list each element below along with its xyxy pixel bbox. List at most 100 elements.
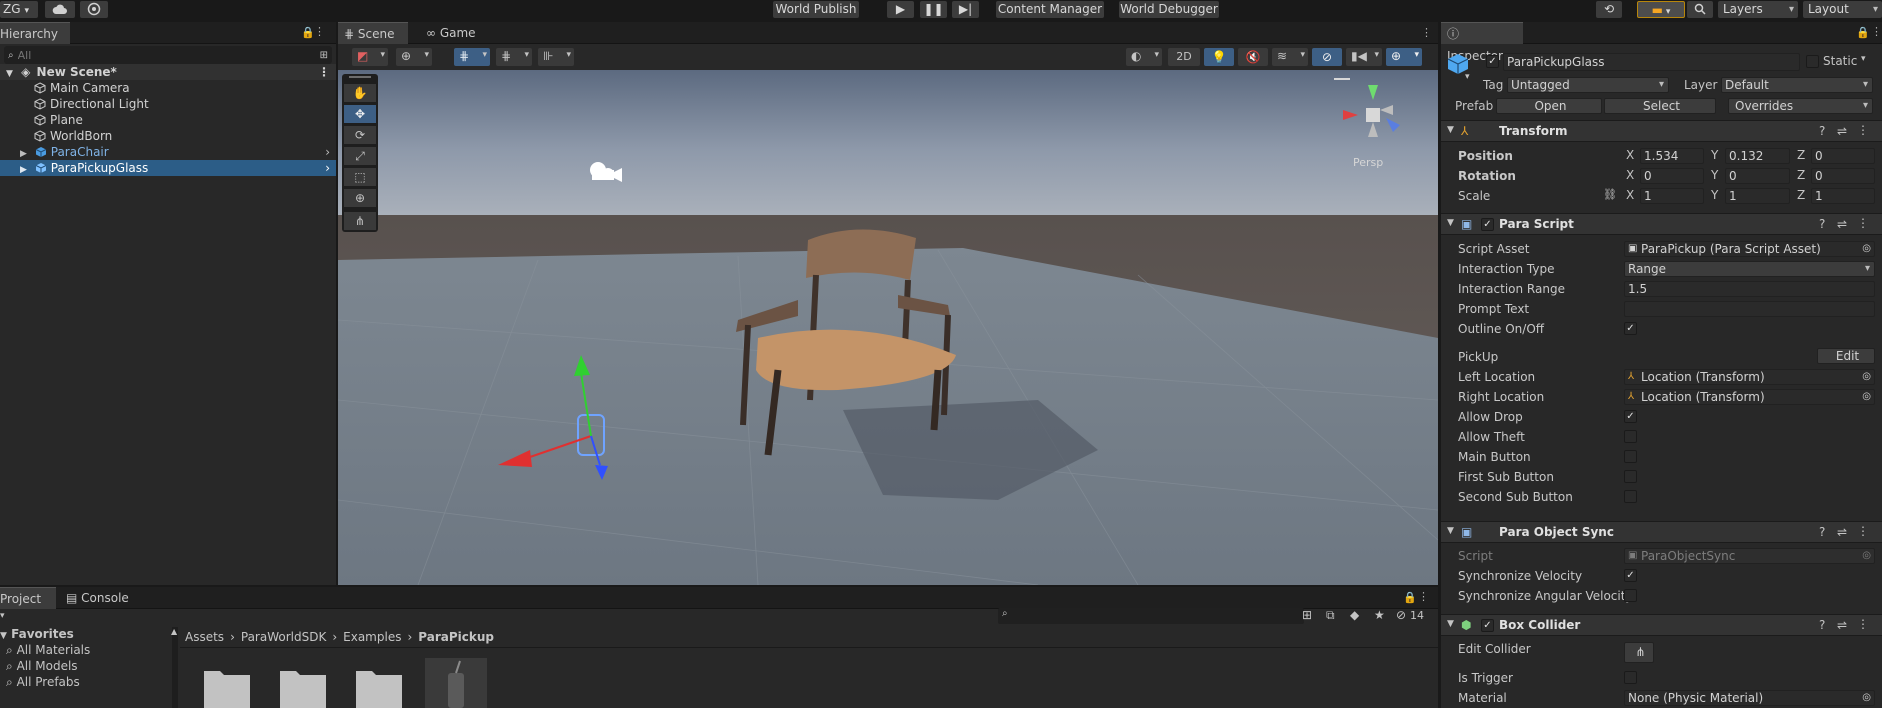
scene-viewport[interactable]: Persp ✋ ✥ ⟳ ⤢ ⬚ ⊕ ⋔ (338, 70, 1438, 585)
more-icon[interactable]: ⋮ (1418, 590, 1429, 603)
pause-button[interactable]: ❚❚ (920, 1, 947, 18)
project-search[interactable]: ⌕ (998, 608, 1304, 624)
scene-row[interactable]: ▼ ◈ New Scene* ⋮ (0, 64, 336, 80)
rotation-z-label[interactable]: Z (1797, 168, 1805, 182)
scale-x-field[interactable]: 1 (1640, 188, 1704, 204)
script-asset-field[interactable]: ▣ ParaPickup (Para Script Asset) ◎ (1624, 241, 1875, 257)
right-location-field[interactable]: ⅄ Location (Transform) ◎ (1624, 389, 1875, 405)
tab-game[interactable]: ∞ Game (420, 22, 490, 44)
more-icon[interactable]: ⋮ (1857, 216, 1869, 230)
breadcrumb-item[interactable]: ParaPickup (418, 630, 494, 644)
custom-tool-button[interactable]: ⋔ (344, 212, 376, 230)
chevron-right-icon[interactable]: › (325, 144, 330, 160)
filter-type-icon[interactable]: ⧉ (1326, 608, 1335, 623)
transform-header[interactable]: ▼ ⅄ Transform ? ⇌ ⋮ (1441, 120, 1882, 142)
interaction-type-dropdown[interactable]: Range (1624, 261, 1875, 277)
interaction-range-field[interactable]: 1.5 (1624, 281, 1875, 297)
position-z-label[interactable]: Z (1797, 148, 1805, 162)
layout-dropdown[interactable]: Layout (1803, 1, 1882, 18)
breadcrumb-item[interactable]: Examples (343, 630, 401, 644)
lock-icon[interactable]: 🔒 (301, 26, 315, 39)
second-sub-button-checkbox[interactable] (1624, 490, 1637, 503)
static-checkbox[interactable] (1806, 55, 1819, 68)
position-x-label[interactable]: X (1626, 148, 1634, 162)
help-icon[interactable]: ? (1819, 124, 1825, 138)
layer-dropdown[interactable]: Default (1721, 77, 1873, 93)
expand-arrow-icon[interactable]: ▶ (20, 149, 27, 159)
search-button[interactable] (1687, 1, 1713, 18)
prefab-open-button[interactable]: Open (1496, 98, 1602, 114)
hierarchy-item-directional-light[interactable]: Directional Light (0, 96, 336, 112)
content-manager-button[interactable]: Content Manager (996, 1, 1104, 18)
more-icon[interactable]: ⋮ (1857, 524, 1869, 538)
draw-mode-button[interactable]: ◩ ▾ (352, 48, 388, 66)
more-icon[interactable]: ⋮ (314, 25, 325, 38)
world-debugger-button[interactable]: World Debugger (1119, 1, 1219, 18)
breadcrumb-item[interactable]: ParaWorldSDK (241, 630, 326, 644)
hierarchy-item-worldborn[interactable]: WorldBorn (0, 128, 336, 144)
scale-tool-button[interactable]: ⤢ (344, 147, 376, 165)
label-icon[interactable]: ◆ (1350, 608, 1359, 622)
first-sub-button-checkbox[interactable] (1624, 470, 1637, 483)
perspective-label[interactable]: Persp (1353, 156, 1383, 169)
allow-drop-checkbox[interactable]: ✓ (1624, 410, 1637, 423)
audio-toggle-button[interactable]: 🔇 (1238, 48, 1268, 66)
position-y-field[interactable]: 0.132 (1725, 148, 1790, 164)
tab-console[interactable]: ▤ Console (60, 587, 140, 609)
para-script-enabled-checkbox[interactable]: ✓ (1481, 218, 1494, 231)
rotate-tool-button[interactable]: ⟳ (344, 126, 376, 144)
expand-arrow-icon[interactable]: ▼ (1447, 125, 1454, 135)
tab-project[interactable]: Project (0, 587, 56, 609)
more-icon[interactable]: ⋮ (1871, 25, 1882, 38)
allow-theft-checkbox[interactable] (1624, 430, 1637, 443)
expand-arrow-icon[interactable]: ▼ (1447, 526, 1454, 536)
preset-icon[interactable]: ⇌ (1837, 618, 1847, 632)
hidden-packages-icon[interactable]: ⊘ (1396, 608, 1406, 622)
object-name-field[interactable]: ParaPickupGlass (1503, 53, 1800, 71)
folder-icon[interactable] (202, 665, 252, 708)
favorite-item[interactable]: ⌕ All Models (6, 659, 78, 674)
prefab-select-button[interactable]: Select (1604, 98, 1716, 114)
filter-icon[interactable]: ⊞ (320, 50, 328, 61)
expand-arrow-icon[interactable]: ▶ (20, 165, 27, 175)
move-tool-button[interactable]: ✥ (344, 105, 376, 123)
notifications-button[interactable]: ▬ ▾ (1637, 1, 1685, 18)
favorites-scrollbar[interactable] (172, 627, 178, 708)
hierarchy-item-main-camera[interactable]: Main Camera (0, 80, 336, 96)
preset-icon[interactable]: ⇌ (1837, 525, 1847, 539)
rotation-z-field[interactable]: 0 (1811, 168, 1875, 184)
increment-snap-button[interactable]: ⊪ ▾ (538, 48, 574, 66)
prefab-overrides-dropdown[interactable]: Overrides (1728, 98, 1873, 114)
prefab-thumbnail[interactable] (425, 658, 487, 708)
rect-tool-button[interactable]: ⬚ (344, 168, 376, 186)
expand-arrow-icon[interactable]: ▼ (0, 631, 7, 641)
favorite-item[interactable]: ⌕ All Materials (6, 643, 90, 658)
main-button-checkbox[interactable] (1624, 450, 1637, 463)
grid-snap-button[interactable]: ⋕ ▾ (454, 48, 490, 66)
help-icon[interactable]: ? (1819, 525, 1825, 539)
scale-z-label[interactable]: Z (1797, 188, 1805, 202)
hierarchy-item-parachair[interactable]: ▶ ParaChair › (0, 144, 336, 160)
tag-dropdown[interactable]: Untagged (1507, 77, 1669, 93)
sync-velocity-checkbox[interactable]: ✓ (1624, 569, 1637, 582)
account-dropdown[interactable]: ZG ▾ (0, 1, 38, 18)
tab-hierarchy[interactable]: Hierarchy (0, 22, 70, 44)
pickup-edit-button[interactable]: Edit (1817, 348, 1875, 364)
object-picker-icon[interactable]: ◎ (1862, 370, 1871, 384)
gizmos-button[interactable]: ⊕ ▾ (1386, 48, 1422, 66)
step-button[interactable]: ▶| (952, 1, 979, 18)
2d-toggle-button[interactable]: 2D (1168, 48, 1200, 66)
material-field[interactable]: None (Physic Material) ◎ (1624, 690, 1875, 706)
camera-settings-button[interactable]: ▮◀ ▾ (1346, 48, 1382, 66)
edit-collider-button[interactable]: ⋔ (1624, 642, 1654, 663)
hierarchy-item-parapickupglass[interactable]: ▶ ParaPickupGlass › (0, 160, 336, 176)
rotation-x-field[interactable]: 0 (1640, 168, 1704, 184)
folder-icon[interactable] (354, 665, 404, 708)
cloud-button[interactable] (45, 1, 75, 18)
chevron-right-icon[interactable]: › (325, 160, 330, 176)
preset-icon[interactable]: ⇌ (1837, 124, 1847, 138)
expand-arrow-icon[interactable]: ▼ (6, 69, 13, 79)
expand-arrow-icon[interactable]: ▼ (1447, 619, 1454, 629)
more-icon[interactable]: ⋮ (1857, 617, 1869, 631)
orientation-gizmo[interactable] (1338, 80, 1408, 150)
